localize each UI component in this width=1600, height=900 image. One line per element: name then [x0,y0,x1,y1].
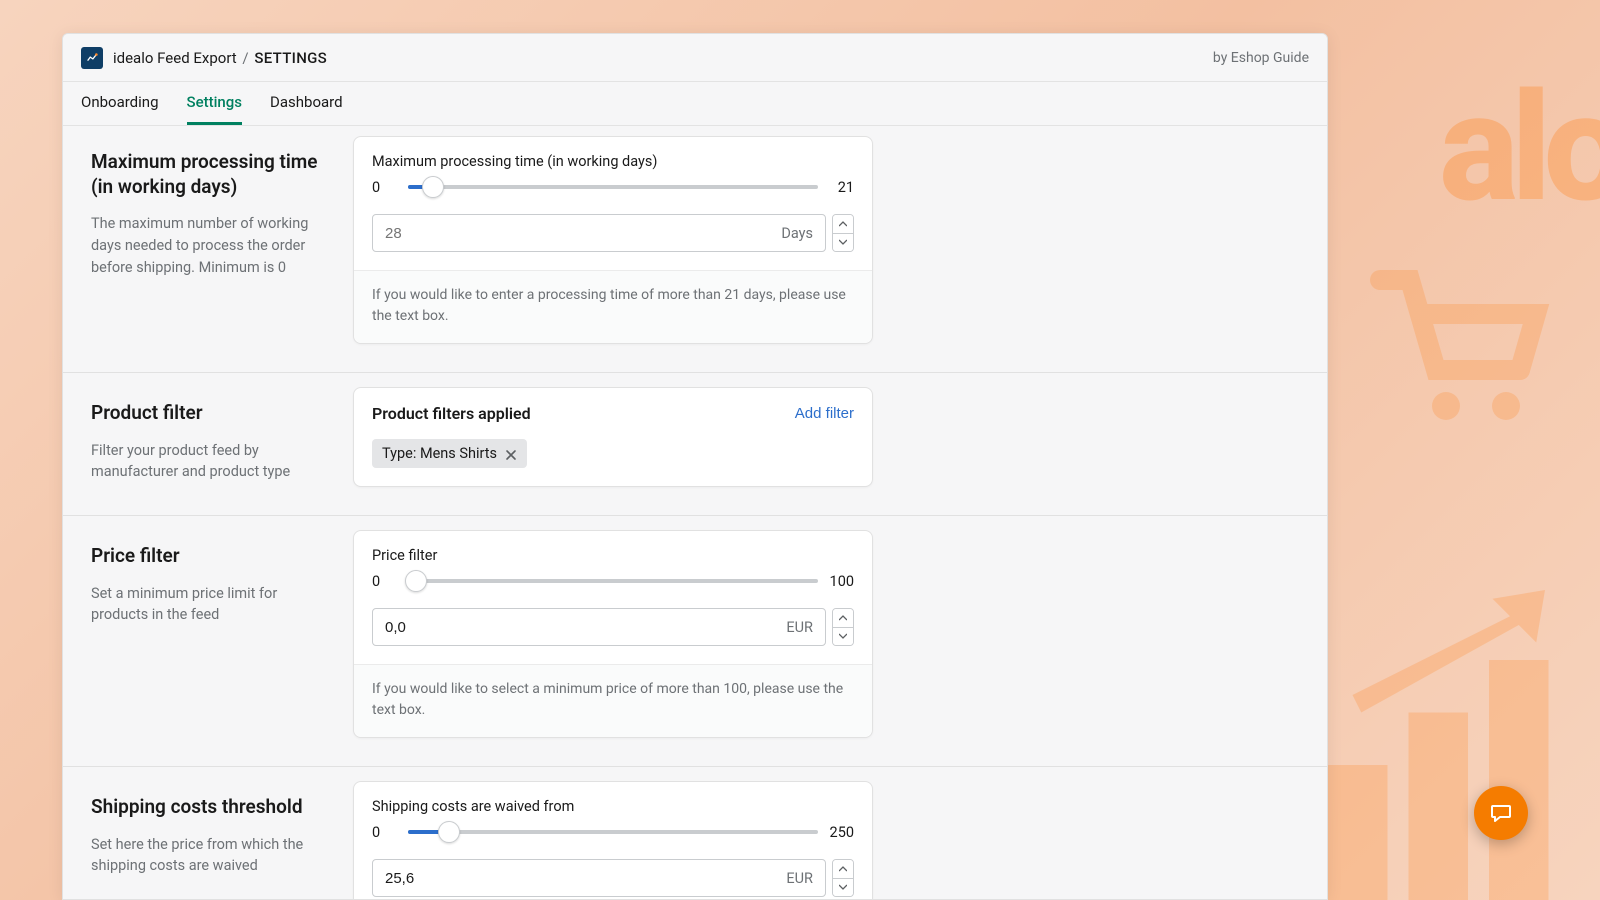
stepper-up[interactable] [833,860,853,879]
app-header: idealo Feed Export / SETTINGS by Eshop G… [63,34,1327,82]
product-filter-card: Product filters applied Add filter Type:… [353,387,873,487]
tabs: Onboarding Settings Dashboard [63,82,1327,126]
input-suffix: Days [781,225,813,242]
author-label: by Eshop Guide [1213,50,1309,66]
field-label: Price filter [372,547,854,564]
section-desc: Set a minimum price limit for products i… [91,583,333,627]
section-desc: The maximum number of working days neede… [91,213,333,278]
section-title: Product filter [91,401,333,426]
stepper-down[interactable] [833,879,853,897]
section-desc: Set here the price from which the shippi… [91,834,333,878]
section-product-filter: Product filter Filter your product feed … [63,373,1327,516]
section-title: Price filter [91,544,333,569]
stepper-up[interactable] [833,609,853,628]
app-logo-icon [81,47,103,69]
stepper-up[interactable] [833,215,853,234]
stepper-down[interactable] [833,234,853,252]
shipping-slider[interactable] [408,821,818,843]
shipping-input[interactable]: EUR [372,859,826,897]
field-label: Maximum processing time (in working days… [372,153,854,170]
filter-tag: Type: Mens Shirts [372,439,527,468]
breadcrumb-sep: / [242,49,248,67]
slider-min: 0 [372,179,400,196]
input-suffix: EUR [786,870,813,887]
app-window: idealo Feed Export / SETTINGS by Eshop G… [62,33,1328,900]
section-price-filter: Price filter Set a minimum price limit f… [63,516,1327,767]
tab-dashboard[interactable]: Dashboard [270,82,343,125]
processing-slider[interactable] [408,176,818,198]
close-icon[interactable] [505,448,517,460]
price-slider[interactable] [408,570,818,592]
breadcrumb-page: SETTINGS [254,49,327,67]
section-shipping-threshold: Shipping costs threshold Set here the pr… [63,767,1327,899]
section-desc: Filter your product feed by manufacturer… [91,440,333,484]
slider-max: 100 [826,573,854,590]
card-title: Product filters applied [372,404,531,423]
stepper [832,214,854,252]
processing-card: Maximum processing time (in working days… [353,136,873,344]
content-area: Maximum processing time (in working days… [63,126,1327,899]
section-title: Maximum processing time (in working days… [91,150,333,199]
processing-input[interactable]: Days [372,214,826,252]
chat-fab[interactable] [1474,786,1528,840]
price-help: If you would like to select a minimum pr… [354,664,872,737]
field-label: Shipping costs are waived from [372,798,854,815]
price-filter-card: Price filter 0 100 [353,530,873,738]
breadcrumb-app: idealo Feed Export [113,49,237,67]
shipping-card: Shipping costs are waived from 0 250 [353,781,873,899]
stepper [832,608,854,646]
add-filter-button[interactable]: Add filter [795,405,854,422]
stepper [832,859,854,897]
tab-settings[interactable]: Settings [187,82,243,125]
section-title: Shipping costs threshold [91,795,333,820]
slider-max: 21 [826,179,854,196]
processing-help: If you would like to enter a processing … [354,270,872,343]
price-input[interactable]: EUR [372,608,826,646]
slider-max: 250 [826,824,854,841]
input-suffix: EUR [786,619,813,636]
breadcrumb: idealo Feed Export / SETTINGS [113,49,327,67]
tag-label: Type: Mens Shirts [382,445,497,462]
tab-onboarding[interactable]: Onboarding [81,82,159,125]
stepper-down[interactable] [833,628,853,646]
section-processing-time: Maximum processing time (in working days… [63,126,1327,373]
slider-min: 0 [372,573,400,590]
slider-min: 0 [372,824,400,841]
